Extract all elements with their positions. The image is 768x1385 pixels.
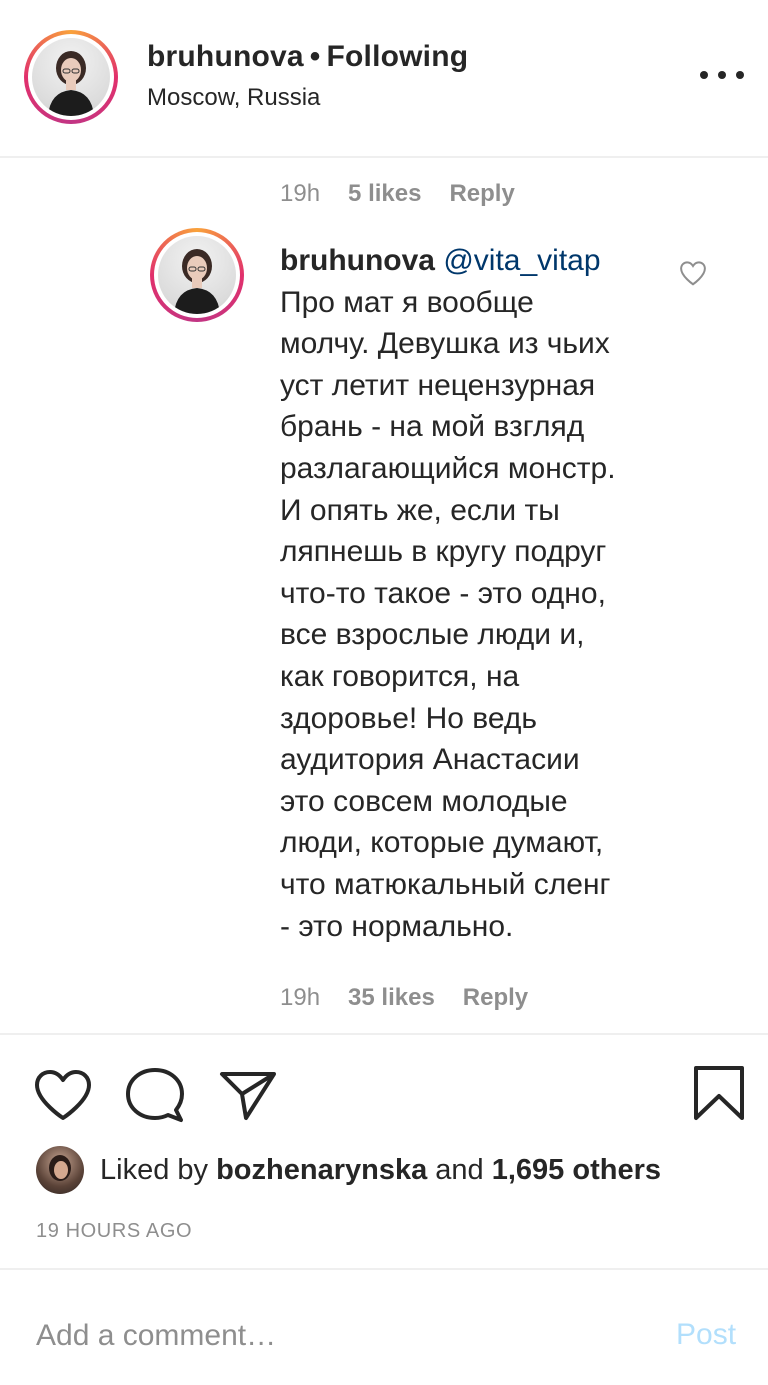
comment-username[interactable]: bruhunova xyxy=(280,244,435,277)
comment-header-line: bruhunova @vita_vitap xyxy=(280,240,660,282)
header-location[interactable]: Moscow, Russia xyxy=(147,84,320,112)
comment-line: что матюкальный сленг xyxy=(280,867,611,901)
comment-profile-photo xyxy=(158,236,236,314)
comment-line: молчу. Девушка из чьих xyxy=(280,327,610,361)
comment-avatar[interactable] xyxy=(150,228,244,322)
comment-line: аудитория Анастасии xyxy=(280,743,580,777)
share-paper-plane-icon[interactable] xyxy=(218,1068,278,1122)
header-title: bruhunova • Following xyxy=(147,40,468,74)
comment-line: все взрослые люди и, xyxy=(280,618,585,652)
comment-like-heart-icon[interactable] xyxy=(678,258,708,288)
divider xyxy=(0,1033,768,1035)
comment-line: - это нормально. xyxy=(280,909,514,943)
comment-line: здоровье! Но ведь xyxy=(280,701,538,735)
person-portrait-icon xyxy=(49,1155,71,1181)
post-button[interactable]: Post xyxy=(676,1318,736,1352)
comment-line: уст летит нецензурная xyxy=(280,368,596,402)
prev-comment-time[interactable]: 19h xyxy=(280,180,320,208)
post-timestamp[interactable]: 19 HOURS AGO xyxy=(36,1220,192,1243)
comment-text: bruhunova @vita_vitap Про мат я вообще м… xyxy=(280,240,660,947)
comment-reply-button[interactable]: Reply xyxy=(463,984,528,1012)
header-username[interactable]: bruhunova xyxy=(147,40,304,73)
more-options-icon[interactable] xyxy=(700,66,744,84)
follow-status-button[interactable]: Following xyxy=(327,40,469,73)
like-heart-icon[interactable] xyxy=(34,1068,92,1122)
comment-line: ляпнешь в кругу подруг xyxy=(280,535,607,569)
post-header: bruhunova • Following Moscow, Russia xyxy=(0,0,768,158)
comment-line: это совсем молодые xyxy=(280,784,568,818)
liked-by-prefix: Liked by xyxy=(100,1153,209,1186)
person-portrait-icon xyxy=(174,249,220,314)
header-separator: • xyxy=(309,40,321,73)
comment-line: разлагающийся монстр. xyxy=(280,451,616,485)
comment-meta: 19h 35 likes Reply xyxy=(280,984,528,1012)
profile-photo xyxy=(32,38,110,116)
prev-comment-meta: 19h 5 likes Reply xyxy=(280,180,515,208)
add-comment-input[interactable] xyxy=(36,1316,636,1356)
likes-count-link[interactable]: 1,695 others xyxy=(492,1154,661,1187)
comment-mention-link[interactable]: @vita_vitap xyxy=(443,244,600,277)
comment-line: люди, которые думают, xyxy=(280,826,604,860)
comment-line: как говорится, на xyxy=(280,659,520,693)
prev-comment-reply-button[interactable]: Reply xyxy=(449,180,514,208)
comment-likes[interactable]: 35 likes xyxy=(348,984,435,1012)
comment-bubble-icon[interactable] xyxy=(124,1066,186,1124)
header-avatar[interactable] xyxy=(24,30,118,124)
comment-line: Про мат я вообще xyxy=(280,285,534,319)
comment-time[interactable]: 19h xyxy=(280,984,320,1012)
liked-by-conj: and xyxy=(435,1153,484,1186)
liked-by-line: Liked by bozhenarynska and 1,695 others xyxy=(36,1145,661,1195)
comment-line: что-то такое - это одно, xyxy=(280,576,606,610)
person-portrait-icon xyxy=(48,51,94,116)
comment-line: брань - на мой взгляд xyxy=(280,410,585,444)
liker-username[interactable]: bozhenarynska xyxy=(216,1154,427,1187)
prev-comment-likes[interactable]: 5 likes xyxy=(348,180,421,208)
divider xyxy=(0,1268,768,1270)
bookmark-save-icon[interactable] xyxy=(692,1064,746,1122)
comment-line: И опять же, если ты xyxy=(280,493,560,527)
liker-avatar[interactable] xyxy=(36,1146,84,1194)
